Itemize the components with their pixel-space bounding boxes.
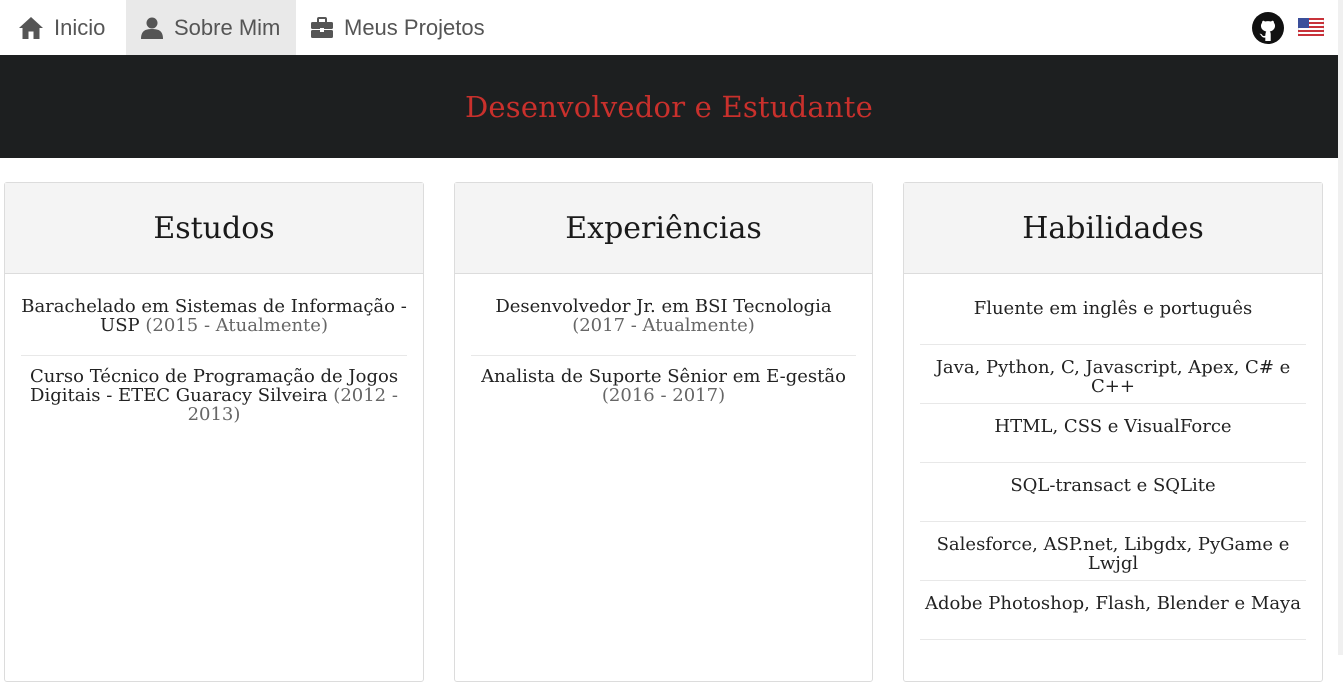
nav-item-label: Sobre Mim (174, 14, 281, 40)
hero-title: Desenvolvedor e Estudante (464, 89, 873, 124)
nav-item-sobre-mim[interactable]: Sobre Mim (126, 0, 296, 55)
nav-item-label: Inicio (54, 14, 106, 40)
skill-item: Java, Python, C, Javascript, Apex, C# e … (920, 345, 1306, 404)
card-title: Estudos (5, 183, 423, 274)
skill-item: SQL-transact e SQLite (920, 463, 1306, 522)
card-title: Experiências (455, 183, 872, 274)
card-habilidades: Habilidades Fluente em inglês e portuguê… (903, 182, 1323, 682)
nav-item-meus-projetos[interactable]: Meus Projetos (296, 0, 506, 55)
top-navbar: Inicio Sobre Mim Meus Projetos (0, 0, 1343, 56)
entry-period: (2016 - 2017) (601, 385, 726, 406)
list-item: Curso Técnico de Programação de Jogos Di… (21, 356, 407, 444)
entry-period: (2017 - Atualmente) (572, 315, 755, 336)
entry-text: Analista de Suporte Sênior em E-gestão (481, 366, 846, 387)
entry-period: (2015 - Atualmente) (145, 315, 328, 336)
list-item: Barachelado em Sistemas de Informação - … (21, 286, 407, 356)
card-title: Habilidades (904, 183, 1322, 274)
us-flag-icon[interactable] (1298, 17, 1324, 37)
user-icon (140, 16, 164, 40)
briefcase-icon (310, 16, 334, 39)
skill-item: Salesforce, ASP.net, Libgdx, PyGame e Lw… (920, 522, 1306, 581)
entry-text: Desenvolvedor Jr. em BSI Tecnologia (495, 296, 832, 317)
skill-item: Fluente em inglês e português (920, 286, 1306, 345)
list-item: Desenvolvedor Jr. em BSI Tecnologia (201… (471, 286, 856, 356)
github-icon[interactable] (1251, 11, 1285, 45)
hero-banner: Desenvolvedor e Estudante (0, 55, 1338, 158)
card-experiencias: Experiências Desenvolvedor Jr. em BSI Te… (454, 182, 873, 682)
list-item: Analista de Suporte Sênior em E-gestão (… (471, 356, 856, 425)
nav-item-label: Meus Projetos (344, 14, 485, 40)
scrollbar[interactable] (1338, 0, 1343, 655)
skill-item: Adobe Photoshop, Flash, Blender e Maya (920, 581, 1306, 640)
nav-item-inicio[interactable]: Inicio (0, 0, 126, 55)
home-icon (18, 16, 44, 40)
card-estudos: Estudos Barachelado em Sistemas de Infor… (4, 182, 424, 682)
skill-item: HTML, CSS e VisualForce (920, 404, 1306, 463)
